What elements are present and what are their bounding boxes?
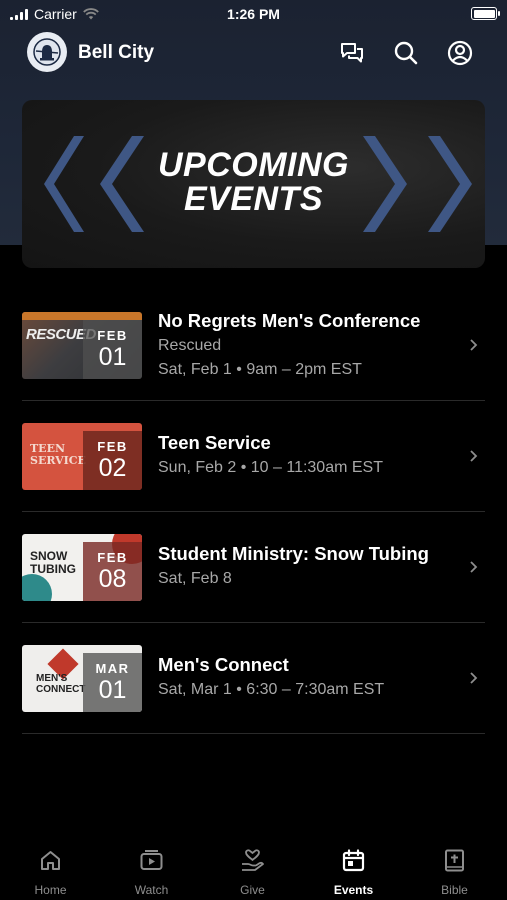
play-icon (140, 850, 163, 870)
event-when: Sat, Feb 8 (158, 570, 232, 587)
tab-home[interactable]: Home (0, 840, 101, 900)
event-thumbnail: MEN'S CONNECT MAR 01 (22, 645, 142, 712)
event-row[interactable]: RESCUED FEB 01 No Regrets Men's Conferen… (22, 290, 485, 401)
status-time: 1:26 PM (227, 6, 280, 22)
tab-label: Home (34, 883, 67, 897)
event-when: Sat, Mar 1 • 6:30 – 7:30am EST (158, 681, 385, 698)
event-month: FEB (97, 549, 128, 565)
banner-line-2: EVENTS (183, 180, 324, 218)
event-title: No Regrets Men's Conference (158, 310, 421, 331)
event-month: FEB (97, 327, 128, 343)
event-date-box: FEB 08 (83, 542, 142, 601)
banner-title: UPCOMING EVENTS (22, 148, 485, 216)
org-title: Bell City (78, 42, 155, 63)
bell-logo-icon (33, 38, 61, 66)
battery-icon (471, 7, 500, 20)
status-bar: Carrier 1:26 PM (0, 0, 507, 28)
tab-label: Bible (441, 883, 468, 897)
tab-events[interactable]: Events (303, 840, 404, 900)
event-title: Men's Connect (158, 654, 289, 675)
event-row[interactable]: TEEN SERVICE FEB 02 Teen Service Sun, Fe… (22, 401, 485, 512)
event-row[interactable]: SNOW TUBING FEB 08 Student Ministry: Sno… (22, 512, 485, 623)
event-date-box: FEB 02 (83, 431, 142, 490)
calendar-icon (342, 849, 365, 872)
event-day: 01 (98, 675, 127, 704)
event-thumbnail: TEEN SERVICE FEB 02 (22, 423, 142, 490)
event-when: Sat, Feb 1 • 9am – 2pm EST (158, 361, 362, 378)
event-thumbnail: SNOW TUBING FEB 08 (22, 534, 142, 601)
search-icon[interactable] (392, 39, 420, 67)
thumbnail-art: SNOW TUBING (30, 549, 76, 576)
thumbnail-strip (22, 312, 142, 320)
event-text: No Regrets Men's Conference Rescued Sat,… (158, 310, 458, 380)
event-text: Student Ministry: Snow Tubing Sat, Feb 8 (158, 543, 458, 589)
event-date-box: MAR 01 (83, 653, 142, 712)
event-title: Student Ministry: Snow Tubing (158, 543, 429, 564)
event-day: 01 (98, 342, 127, 371)
event-when: Sun, Feb 2 • 10 – 11:30am EST (158, 459, 383, 476)
event-thumbnail: RESCUED FEB 01 (22, 312, 142, 379)
tab-label: Watch (134, 883, 169, 897)
chat-icon[interactable] (338, 39, 366, 67)
tab-label: Give (240, 883, 265, 897)
event-month: FEB (97, 438, 128, 454)
tab-label: Events (333, 883, 374, 897)
event-month: MAR (95, 660, 130, 676)
give-heart-icon (242, 849, 264, 871)
event-subtitle: Rescued (158, 337, 222, 354)
event-text: Teen Service Sun, Feb 2 • 10 – 11:30am E… (158, 432, 458, 478)
event-row[interactable]: MEN'S CONNECT MAR 01 Men's Connect Sat, … (22, 623, 485, 734)
church-logo[interactable] (27, 32, 67, 72)
banner-line-1: UPCOMING (158, 146, 349, 184)
chevron-right-icon (470, 561, 478, 573)
thumbnail-shape (22, 574, 52, 601)
home-icon (41, 851, 60, 870)
chevron-right-icon (470, 339, 478, 351)
upcoming-events-banner: UPCOMING EVENTS (22, 100, 485, 268)
tab-bar: Home Watch Give Events Bible (0, 840, 507, 900)
event-text: Men's Connect Sat, Mar 1 • 6:30 – 7:30am… (158, 654, 458, 700)
bible-icon (445, 849, 464, 872)
chevron-right-icon (470, 672, 478, 684)
tab-bible[interactable]: Bible (404, 840, 505, 900)
event-date-box: FEB 01 (83, 320, 142, 379)
app-header: Bell City (0, 32, 507, 74)
event-day: 02 (98, 453, 127, 482)
profile-icon[interactable] (446, 39, 474, 67)
event-title: Teen Service (158, 432, 271, 453)
tab-watch[interactable]: Watch (101, 840, 202, 900)
chevron-right-icon (470, 450, 478, 462)
tab-give[interactable]: Give (202, 840, 303, 900)
event-day: 08 (98, 564, 127, 593)
row-divider (22, 733, 485, 734)
thumbnail-art: TEEN SERVICE (30, 442, 86, 467)
